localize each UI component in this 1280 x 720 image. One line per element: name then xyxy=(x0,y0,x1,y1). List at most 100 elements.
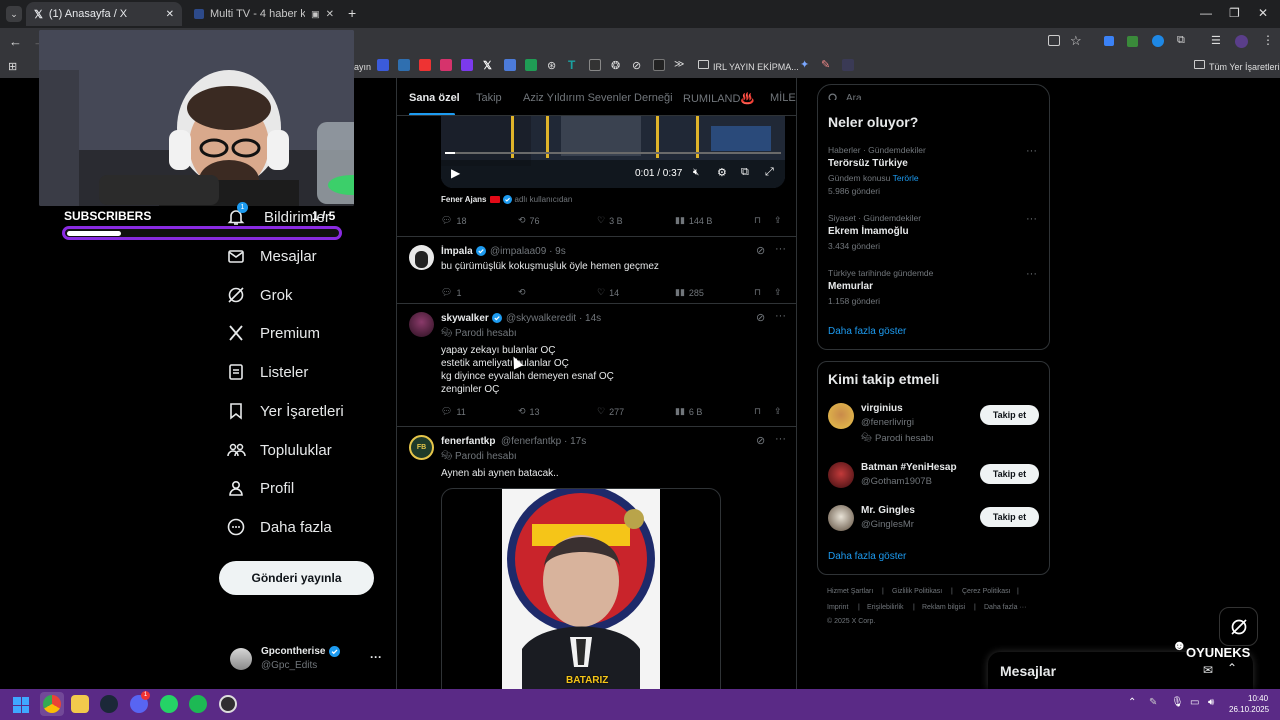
share-icon[interactable]: ⇪ xyxy=(774,215,782,226)
nav-item-messages[interactable]: Mesajlar xyxy=(226,241,317,271)
bookmark-tweet-icon[interactable]: ⊓ xyxy=(754,215,761,226)
views-button[interactable]: ▮▮ 6 B xyxy=(675,406,702,417)
tweet[interactable]: skywalker @skywalkeredit · 14s ⊘ ··· 🎭︎ … xyxy=(397,304,796,426)
tweet-media[interactable]: BATARIZ xyxy=(441,488,721,689)
extensions-puzzle-icon[interactable]: ⧉ xyxy=(1177,34,1185,47)
reply-button[interactable]: 💬︎ 18 xyxy=(441,215,466,226)
follow-suggestion[interactable]: Batman #YeniHesap @Gotham1907B Takip et xyxy=(828,461,1041,495)
reply-button[interactable]: 💬︎ 1 xyxy=(441,287,461,298)
trend-item[interactable]: Siyaset · Gündemdekiler Ekrem İmamoğlu 3… xyxy=(828,213,1041,257)
grok-explain-icon[interactable]: ⊘ xyxy=(756,244,765,257)
video-progress-track[interactable] xyxy=(445,152,781,154)
like-button[interactable]: ♡ 3 B xyxy=(597,215,623,226)
bookmark-folder-label[interactable]: IRL YAYIN EKİPMA... xyxy=(713,62,799,72)
extension-icon[interactable] xyxy=(1104,36,1114,46)
network-icon[interactable]: ▭ xyxy=(1190,697,1199,708)
tray-overflow-icon[interactable]: ⌃ xyxy=(1128,697,1136,708)
trend-more-icon[interactable]: ··· xyxy=(1026,268,1037,280)
account-switcher[interactable]: Gpcontherise @Gpc_Edits ··· xyxy=(228,642,388,676)
bookmark-site-icon[interactable] xyxy=(377,59,389,71)
views-button[interactable]: ▮▮ 285 xyxy=(675,287,704,298)
browser-tab-x-home[interactable]: 𝕏 (1) Anasayfa / X ✕ xyxy=(26,2,182,26)
share-icon[interactable]: ⇪ xyxy=(774,406,782,417)
tab-list-aziz[interactable]: Aziz Yıldırım Sevenler Derneği xyxy=(523,92,673,104)
minimize-window-icon[interactable]: — xyxy=(1200,6,1212,20)
video-player[interactable]: ▶ 0:01 / 0:37 🔇︎ ⚙ ⧉ ⤢ xyxy=(441,116,785,188)
file-explorer-icon[interactable] xyxy=(71,695,89,713)
follow-suggestion[interactable]: Mr. Gingles @GinglesMr Takip et xyxy=(828,504,1041,538)
tweet-more-icon[interactable]: ··· xyxy=(775,310,786,322)
footer-link[interactable]: Hizmet Şartları xyxy=(827,588,873,595)
footer-link[interactable]: Daha fazla ··· xyxy=(984,604,1026,611)
folder-icon[interactable] xyxy=(698,60,709,69)
tab-list-rumiland[interactable]: RUMILAND♨️ xyxy=(683,92,754,105)
openai-bookmark-icon[interactable]: ⊛ xyxy=(547,59,556,72)
nav-item-lists[interactable]: Listeler xyxy=(226,357,308,387)
close-tab-icon[interactable]: ✕ xyxy=(326,9,334,20)
tweet-handle[interactable]: @impalaa09 · 9s xyxy=(490,246,566,257)
bookmark-star-icon[interactable]: ☆ xyxy=(1070,33,1082,49)
clock-time[interactable]: 10:40 xyxy=(1248,694,1268,703)
share-icon[interactable]: ⇪ xyxy=(774,287,782,298)
docs-bookmark-icon[interactable] xyxy=(504,59,516,71)
x-bookmark-icon[interactable]: 𝕏 xyxy=(483,59,492,72)
views-button[interactable]: ▮▮ 144 B xyxy=(675,215,712,226)
trend-item[interactable]: Haberler · Gündemdekiler Terörsüz Türkiy… xyxy=(828,145,1041,201)
tab-list-button[interactable]: ⌄ xyxy=(6,6,22,22)
footer-link[interactable]: Reklam bilgisi xyxy=(922,604,965,611)
volume-icon[interactable]: 🔊︎ xyxy=(1208,697,1214,708)
follow-button[interactable]: Takip et xyxy=(980,507,1039,527)
browser-tab-multitv[interactable]: Multi TV - 4 haber kanalını ▣ ✕ xyxy=(186,2,342,26)
bookmark-label[interactable]: ayın xyxy=(354,62,371,72)
grok-bookmark-icon[interactable]: ⊘ xyxy=(632,59,641,72)
expand-drawer-icon[interactable]: ⌃ xyxy=(1227,661,1237,675)
microphone-icon[interactable]: 🎙︎ xyxy=(1171,697,1184,708)
extension-icon[interactable] xyxy=(1127,36,1138,47)
gemini-bookmark-icon[interactable]: ✦ xyxy=(800,58,809,71)
extension-icon[interactable] xyxy=(1152,35,1164,47)
tweet-author-name[interactable]: İmpala xyxy=(441,246,473,257)
follow-button[interactable]: Takip et xyxy=(980,405,1039,425)
close-window-icon[interactable]: ✕ xyxy=(1258,6,1268,20)
folder-icon[interactable] xyxy=(1194,60,1205,69)
nav-item-grok[interactable]: Grok xyxy=(226,280,293,310)
tab-list-milen[interactable]: MİLEN xyxy=(770,92,796,104)
video-settings-icon[interactable]: ⚙ xyxy=(717,166,727,179)
cast-icon[interactable] xyxy=(1048,35,1060,46)
footer-link[interactable]: Imprint xyxy=(827,604,848,611)
tweet-more-icon[interactable]: ··· xyxy=(775,433,786,445)
obs-icon[interactable] xyxy=(219,695,237,713)
retweet-button[interactable]: ⟲ xyxy=(518,287,530,298)
bookmark-tweet-icon[interactable]: ⊓ xyxy=(754,406,761,417)
nav-item-notifications[interactable]: 1 Bildirimler xyxy=(226,202,330,232)
retweet-button[interactable]: ⟲ 13 xyxy=(518,406,540,417)
nav-item-bookmarks[interactable]: Yer İşaretleri xyxy=(226,396,344,426)
all-bookmarks-label[interactable]: Tüm Yer İşaretleri xyxy=(1209,62,1280,72)
nav-item-premium[interactable]: Premium xyxy=(226,318,320,348)
bookmark-site-icon[interactable] xyxy=(589,59,601,71)
clock-date[interactable]: 26.10.2025 xyxy=(1229,705,1269,714)
new-message-icon[interactable]: ✉ xyxy=(1203,663,1213,677)
bookmark-site-icon[interactable]: ❂ xyxy=(611,59,620,72)
windows-start-icon[interactable] xyxy=(13,697,29,713)
nav-item-more[interactable]: Daha fazla xyxy=(226,512,332,542)
tweet-handle[interactable]: @skywalkeredit · 14s xyxy=(506,313,601,324)
reply-button[interactable]: 💬︎ 11 xyxy=(441,406,466,417)
nav-item-communities[interactable]: Topluluklar xyxy=(226,435,332,465)
instagram-bookmark-icon[interactable] xyxy=(440,59,452,71)
tweet[interactable]: İmpala @impalaa09 · 9s ⊘ ··· bu çürümüşl… xyxy=(397,237,796,303)
bookmark-site-icon[interactable]: ✎ xyxy=(821,58,830,71)
account-more-icon[interactable]: ··· xyxy=(370,650,382,664)
spotify-icon[interactable] xyxy=(189,695,207,713)
browser-menu-icon[interactable]: ⋮ xyxy=(1262,33,1274,47)
retweet-button[interactable]: ⟲ 76 xyxy=(518,215,540,226)
grok-explain-icon[interactable]: ⊘ xyxy=(756,434,765,447)
sheets-bookmark-icon[interactable] xyxy=(525,59,537,71)
grok-explain-icon[interactable]: ⊘ xyxy=(756,311,765,324)
nav-item-profile[interactable]: Profil xyxy=(226,473,294,503)
apps-grid-icon[interactable]: ⊞ xyxy=(8,60,17,73)
tweet[interactable]: FB fenerfantkp @fenerfantkp · 17s ⊘ ··· … xyxy=(397,427,796,689)
close-tab-icon[interactable]: ✕ xyxy=(166,9,174,20)
back-icon[interactable]: ← xyxy=(9,34,22,49)
play-icon[interactable]: ▶ xyxy=(451,166,460,180)
